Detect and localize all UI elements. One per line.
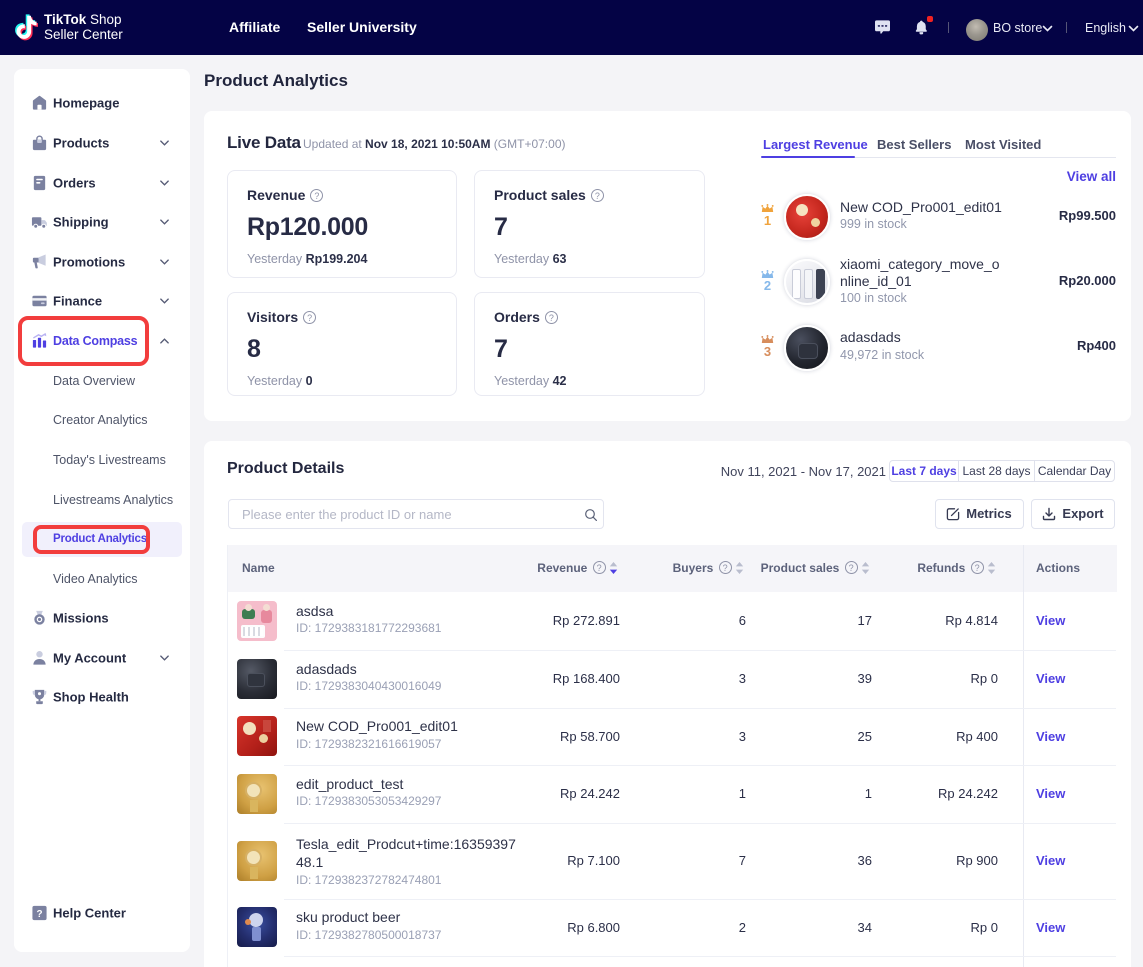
svg-text:?: ? <box>36 909 42 920</box>
